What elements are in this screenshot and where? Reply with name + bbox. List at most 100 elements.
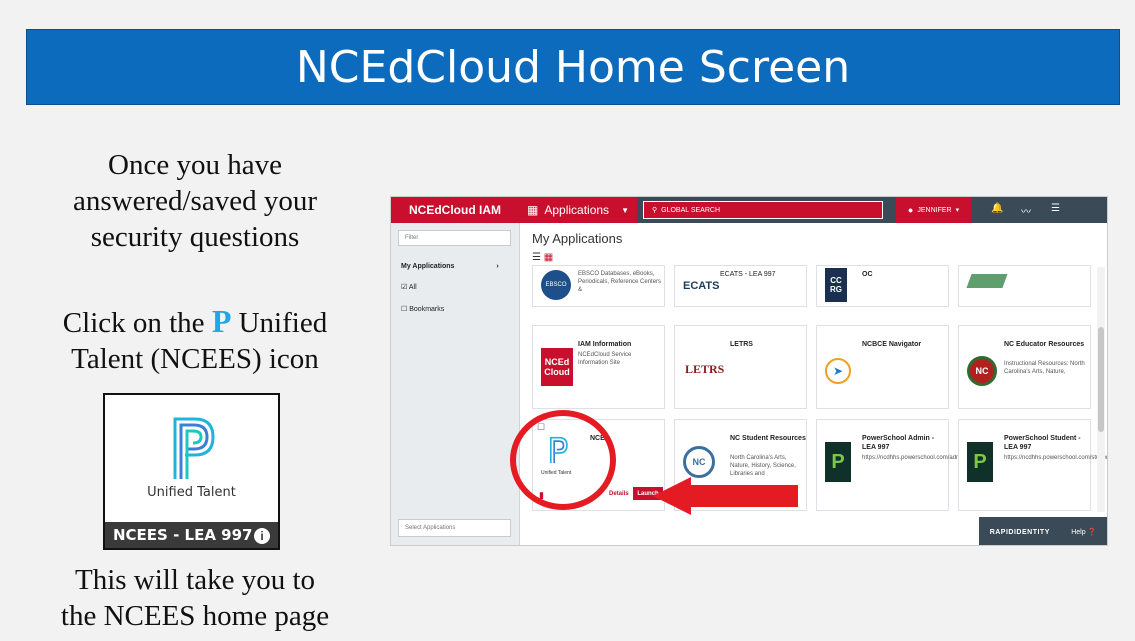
- step2-suffix: Unified: [238, 307, 328, 339]
- step2-text: Click on the P Unified Talent (NCEES) ic…: [10, 303, 380, 377]
- app-tile-name: NC Student Resources: [730, 435, 806, 442]
- menu-icon[interactable]: ☰: [1051, 203, 1060, 214]
- app-tile-nc-map[interactable]: [958, 265, 1091, 307]
- select-applications-label: Select Applications: [405, 525, 456, 531]
- scrollbar-thumb[interactable]: [1098, 327, 1104, 432]
- step2-line2: Talent (NCEES) icon: [71, 343, 319, 375]
- app-tile-name: ECATS - LEA 997: [720, 271, 776, 278]
- checkbox-checked-icon[interactable]: ☑: [401, 284, 407, 291]
- step3-line1: This will take you to: [74, 564, 316, 596]
- app-tile-name: NC Educator Resources: [1004, 341, 1085, 348]
- sidebar-item-bookmarks[interactable]: ☐ Bookmarks: [401, 305, 444, 313]
- app-tile-iam-information[interactable]: NCEd Cloud IAM Information NCEdCloud Ser…: [532, 325, 665, 409]
- letrs-icon: LETRS: [685, 362, 725, 376]
- list-view-icon[interactable]: ☰: [532, 252, 541, 263]
- app-tile-ncbce-navigator[interactable]: ➤ NCBCE Navigator: [816, 325, 949, 409]
- info-icon[interactable]: i: [254, 528, 270, 544]
- sidebar-item-my-applications[interactable]: My Applications ›: [401, 263, 499, 270]
- checkbox-icon[interactable]: ☐: [401, 306, 407, 313]
- sidebar-item-label: All: [408, 284, 417, 291]
- app-tile-desc: North Carolina's Arts, Nature, History, …: [730, 455, 796, 477]
- filter-placeholder: Filter: [405, 235, 419, 241]
- app-tile-desc: https://ncdhhs.powerschool.com/admin: [862, 455, 966, 461]
- user-icon: ●: [907, 205, 914, 215]
- app-tile-powerschool-student[interactable]: P PowerSchool Student - LEA 997 https://…: [958, 419, 1108, 511]
- pointer-arrow-head: [653, 477, 691, 515]
- chevron-down-icon: ▼: [621, 205, 629, 215]
- navigator-icon: ➤: [825, 358, 851, 384]
- search-icon: ⚲: [652, 207, 658, 214]
- chevron-down-icon: ▾: [955, 207, 960, 214]
- activity-icon[interactable]: 〰: [1021, 203, 1031, 218]
- view-toggle[interactable]: ☰ ▦: [532, 252, 553, 263]
- top-navbar: NCEdCloud IAM ▦ Applications ▼ ⚲ GLOBAL …: [391, 197, 1107, 223]
- grid-icon: ▦: [527, 203, 539, 217]
- global-search-input[interactable]: ⚲ GLOBAL SEARCH: [643, 201, 883, 219]
- select-applications-dropdown[interactable]: Select Applications: [398, 519, 511, 537]
- step3-text: This will take you to the NCEES home pag…: [10, 562, 380, 634]
- rapididentity-logo: RAPIDIDENTITY: [989, 528, 1050, 536]
- app-tile-name: PowerSchool Admin - LEA 997: [862, 435, 935, 451]
- ncedcloud-logo[interactable]: NCEdCloud IAM: [391, 197, 519, 223]
- sidebar: Filter My Applications › ☑ All ☐ Bookmar…: [391, 223, 520, 545]
- unified-talent-name: Unified Talent: [147, 485, 236, 500]
- details-link[interactable]: Details: [609, 491, 629, 497]
- app-tile-name: NCBCE Navigator: [862, 341, 922, 348]
- user-menu[interactable]: ● JENNIFER ▾: [896, 197, 971, 223]
- nc-map-icon: [966, 274, 1008, 288]
- nc-seal-icon: NC: [967, 356, 997, 386]
- global-search-placeholder: GLOBAL SEARCH: [661, 206, 721, 214]
- step2-prefix: Click on the: [62, 307, 205, 339]
- app-tile-desc: EBSCO Databases, eBooks, Periodicals, Re…: [578, 271, 662, 293]
- app-tile-ccrg[interactable]: CC RG OC: [816, 265, 949, 307]
- app-tile-powerschool-admin[interactable]: P PowerSchool Admin - LEA 997 https://nc…: [816, 419, 966, 511]
- pointer-arrow: [690, 485, 798, 507]
- chevron-right-icon: ›: [496, 263, 499, 270]
- app-tile-desc: https://ncdhhs.powerschool.com/student: [1004, 455, 1108, 461]
- app-tile-desc: Instructional Resources: North Carolina'…: [1004, 361, 1085, 375]
- sidebar-item-label: My Applications: [401, 263, 455, 270]
- filter-input[interactable]: Filter: [398, 230, 511, 246]
- nc-student-icon: NC: [683, 446, 715, 478]
- scrollbar[interactable]: [1097, 267, 1105, 512]
- app-tile-desc: NCEdCloud Service Information Site: [578, 352, 632, 366]
- unified-talent-caption: NCEES - LEA 997: [105, 522, 278, 548]
- step3-line2: the NCEES home page: [60, 600, 330, 632]
- app-tile-name: LETRS: [730, 341, 753, 348]
- ccrg-icon: CC RG: [825, 268, 847, 302]
- app-tile-nc-educator-resources[interactable]: NC NC Educator Resources Instructional R…: [958, 325, 1091, 409]
- help-link[interactable]: Help ❓: [1071, 528, 1096, 536]
- app-tile-letrs[interactable]: LETRS LETRS: [674, 325, 807, 409]
- app-tile-name: PowerSchool Student - LEA 997: [1004, 435, 1081, 451]
- sidebar-item-all[interactable]: ☑ All: [401, 283, 417, 291]
- help-icon: ❓: [1087, 529, 1097, 536]
- rapididentity-footer: RAPIDIDENTITY Help ❓: [979, 517, 1107, 545]
- app-tile-name: OC: [862, 271, 873, 278]
- page-title: My Applications: [532, 231, 623, 246]
- step1-text: Once you have answered/saved your securi…: [10, 147, 380, 255]
- unified-talent-logo-icon: [173, 417, 215, 479]
- sidebar-item-label: Bookmarks: [409, 306, 445, 313]
- applications-menu-label: Applications: [544, 203, 610, 217]
- slide-title: NCEdCloud Home Screen: [26, 29, 1120, 105]
- app-tile-ecats[interactable]: ECATS ECATS - LEA 997: [674, 265, 807, 307]
- step1-line3: security questions: [90, 221, 300, 253]
- powerschool-p-icon: P: [211, 303, 232, 339]
- help-label: Help: [1071, 529, 1086, 536]
- user-name: JENNIFER: [917, 206, 952, 214]
- step1-line2: answered/saved your: [73, 185, 317, 217]
- unified-talent-caption-text: NCEES - LEA 997: [113, 526, 253, 544]
- ncedcloud-icon: NCEd Cloud: [541, 348, 573, 386]
- powerschool-icon: P: [825, 442, 851, 482]
- bell-icon[interactable]: 🔔: [991, 203, 1003, 214]
- highlight-circle: [510, 410, 616, 510]
- app-tile-ebsco[interactable]: EBSCO EBSCO Databases, eBooks, Periodica…: [532, 265, 665, 307]
- powerschool-icon: P: [967, 442, 993, 482]
- ebsco-icon: EBSCO: [541, 270, 571, 300]
- grid-view-icon[interactable]: ▦: [544, 252, 553, 263]
- applications-menu[interactable]: ▦ Applications ▼: [519, 197, 637, 223]
- unified-talent-card[interactable]: Unified Talent NCEES - LEA 997 i: [103, 393, 280, 550]
- app-tile-name: IAM Information: [578, 341, 632, 348]
- ecats-icon: ECATS: [683, 280, 720, 292]
- step2-line1: Click on the P Unified: [10, 303, 380, 341]
